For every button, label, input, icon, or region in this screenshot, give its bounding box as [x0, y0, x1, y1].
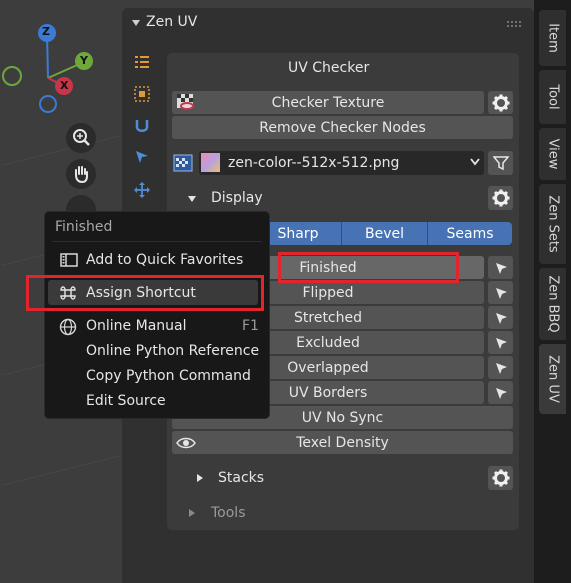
menu-item-add-to-quick-favorites[interactable]: Add to Quick Favorites [86, 252, 243, 268]
tab-item[interactable]: Item [539, 10, 566, 66]
stacks-label[interactable]: Stacks [218, 470, 264, 486]
tools-label[interactable]: Tools [211, 505, 246, 521]
select-cursor-icon [495, 337, 507, 349]
eye-icon[interactable] [176, 436, 196, 450]
remove-checker-nodes-button[interactable]: Remove Checker Nodes [172, 116, 513, 139]
display-expanded-icon[interactable] [187, 194, 197, 204]
menu-separator [52, 241, 262, 242]
stretched-label: Stretched [294, 309, 362, 326]
zoom-button[interactable] [66, 123, 96, 153]
select-cursor-icon [495, 287, 507, 299]
gizmo-z-label: Z [42, 25, 50, 38]
checker-texture-label: Checker Texture [271, 94, 385, 111]
excluded-label: Excluded [296, 334, 360, 351]
drag-handle-icon[interactable] [506, 20, 522, 28]
tab-seams-label: Seams [446, 225, 494, 242]
select-cursor-icon[interactable] [134, 149, 150, 165]
zoom-icon [73, 129, 90, 146]
checker-texture-icon [177, 94, 194, 110]
tab-tool-label: Tool [545, 84, 560, 110]
gear-icon [492, 94, 509, 111]
tab-seams[interactable]: Seams [428, 222, 512, 245]
select-excluded-button[interactable] [488, 331, 513, 354]
list-icon[interactable] [133, 53, 151, 71]
gear-icon [492, 189, 509, 207]
tools-collapsed-icon[interactable] [187, 508, 197, 518]
tab-bevel-label: Bevel [364, 225, 404, 242]
select-cursor-icon [495, 312, 507, 324]
tab-bevel[interactable]: Bevel [342, 222, 427, 245]
tab-sharp-label: Sharp [277, 225, 319, 242]
image-thumbnail-icon [201, 153, 220, 172]
stacks-settings-button[interactable] [488, 466, 513, 490]
select-cursor-icon [495, 362, 507, 374]
overlapped-label: Overlapped [287, 359, 369, 376]
uv-checker-heading: UV Checker [288, 60, 370, 76]
uv-islands-icon[interactable] [133, 85, 151, 103]
tab-tool[interactable]: Tool [539, 70, 566, 124]
tab-item-label: Item [545, 23, 560, 53]
tab-view[interactable]: View [539, 128, 566, 180]
stacks-collapsed-icon[interactable] [195, 473, 205, 483]
gizmo-x-label: X [60, 79, 69, 92]
online-manual-label: Online Manual [86, 318, 187, 334]
menu-item-copy-python-command[interactable]: Copy Python Command [86, 368, 251, 384]
select-flipped-button[interactable] [488, 281, 513, 304]
sidebar-tab-strip: Item Tool View Zen Sets Zen BBQ Zen UV [534, 0, 571, 583]
move-icon[interactable] [133, 181, 151, 199]
select-stretched-button[interactable] [488, 306, 513, 329]
online-python-reference-label: Online Python Reference [86, 343, 260, 359]
display-row-texel-density[interactable]: Texel Density [172, 431, 513, 454]
collapse-icon[interactable] [131, 18, 141, 28]
tab-zen-sets[interactable]: Zen Sets [539, 184, 566, 264]
tab-view-label: View [545, 138, 560, 170]
gizmo-y-label: Y [80, 54, 88, 67]
tab-zen-bbq[interactable]: Zen BBQ [539, 268, 566, 340]
display-settings-button[interactable] [488, 186, 513, 210]
online-manual-shortcut: F1 [242, 318, 259, 334]
image-icon[interactable] [173, 153, 193, 173]
panel-title: Zen UV [146, 14, 198, 30]
pan-button[interactable] [66, 159, 96, 189]
select-uv-borders-button[interactable] [488, 381, 513, 404]
select-overlapped-button[interactable] [488, 356, 513, 379]
gear-icon [492, 469, 509, 487]
filter-button[interactable] [488, 151, 513, 175]
texel-density-label: Texel Density [296, 434, 389, 451]
checker-texture-button[interactable]: Checker Texture [172, 91, 484, 114]
assign-shortcut-highlight [26, 275, 264, 311]
filter-icon [492, 156, 509, 171]
menu-item-online-python-reference[interactable]: Online Python Reference [86, 343, 259, 359]
uv-no-sync-label: UV No Sync [301, 409, 384, 426]
flipped-label: Flipped [302, 284, 354, 301]
globe-icon [59, 318, 77, 336]
select-cursor-icon [495, 387, 507, 399]
tab-zen-bbq-label: Zen BBQ [545, 275, 560, 333]
chevron-down-icon [470, 158, 480, 166]
display-label: Display [211, 190, 263, 206]
u-icon[interactable] [134, 117, 150, 135]
select-cursor-icon [495, 262, 507, 274]
checker-settings-button[interactable] [488, 91, 513, 114]
tab-zen-sets-label: Zen Sets [545, 195, 560, 253]
finished-highlight [278, 252, 459, 283]
context-menu-title: Finished [55, 219, 113, 235]
copy-python-command-label: Copy Python Command [86, 368, 251, 384]
uv-borders-label: UV Borders [288, 384, 368, 401]
hand-icon [75, 166, 88, 184]
menu-item-online-manual[interactable]: Online Manual [86, 318, 186, 334]
edit-source-label: Edit Source [86, 393, 166, 409]
tab-zen-uv-label: Zen UV [545, 355, 560, 403]
remove-checker-nodes-label: Remove Checker Nodes [259, 119, 426, 136]
image-name: zen-color--512x-512.png [228, 155, 400, 171]
select-finished-button[interactable] [488, 256, 513, 279]
menu-item-edit-source[interactable]: Edit Source [86, 393, 166, 409]
tab-zen-uv[interactable]: Zen UV [539, 344, 566, 414]
add-to-quick-favorites-label: Add to Quick Favorites [86, 252, 244, 268]
favorites-icon [60, 253, 78, 267]
navigation-gizmo[interactable] [0, 20, 110, 120]
context-menu [44, 211, 270, 419]
